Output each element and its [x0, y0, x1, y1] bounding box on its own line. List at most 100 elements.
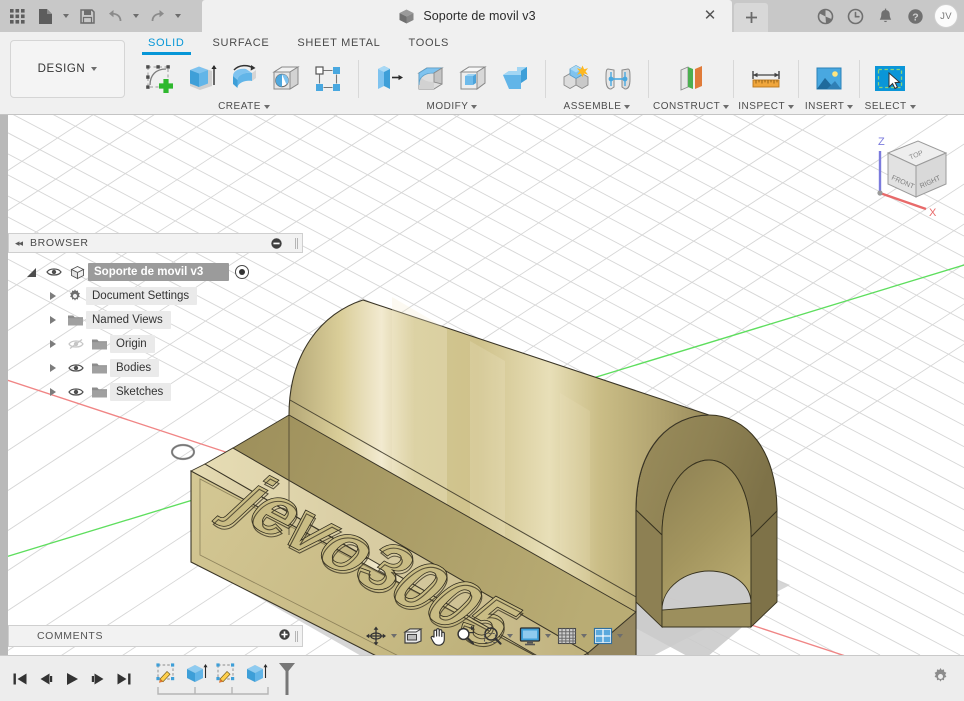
timeline-features — [152, 662, 302, 696]
component-icon — [66, 265, 88, 280]
close-document-button[interactable]: ✕ — [702, 8, 718, 24]
comments-resize-grip[interactable] — [295, 630, 296, 642]
offset-plane-icon[interactable] — [670, 58, 712, 100]
document-tab[interactable]: Soporte de movil v3 ✕ — [202, 0, 732, 32]
orbit-icon[interactable] — [362, 624, 390, 648]
notifications-bell-icon[interactable] — [871, 2, 899, 30]
job-status-clock-icon[interactable] — [841, 2, 869, 30]
add-comment-icon[interactable] — [279, 627, 290, 645]
tree-label-origin[interactable]: Origin — [110, 335, 155, 353]
panel-modify-label[interactable]: MODIFY — [427, 101, 478, 112]
new-tab-button[interactable] — [734, 3, 768, 32]
create-sketch-icon[interactable] — [139, 58, 181, 100]
panel-construct-label[interactable]: CONSTRUCT — [653, 101, 730, 112]
pattern-icon[interactable] — [307, 58, 349, 100]
panel-assemble-label[interactable]: ASSEMBLE — [564, 101, 631, 112]
new-file-icon[interactable] — [32, 3, 58, 29]
tree-label-root[interactable]: Soporte de movil v3 — [88, 263, 230, 281]
measure-icon[interactable] — [745, 58, 787, 100]
grid-snaps-chevron-down-icon[interactable] — [580, 634, 590, 638]
go-to-beginning-button[interactable] — [8, 666, 32, 692]
redo-icon[interactable] — [144, 3, 170, 29]
zoom-window-icon[interactable] — [479, 624, 506, 648]
tree-node-origin[interactable]: Origin — [8, 332, 303, 356]
expand-arrow-icon[interactable] — [42, 292, 64, 300]
app-grid-icon[interactable] — [4, 3, 30, 29]
tree-label-bodies[interactable]: Bodies — [110, 359, 160, 377]
browser-collapse-icon[interactable]: ◂◂ — [15, 238, 23, 249]
undo-icon[interactable] — [102, 3, 128, 29]
tab-sheet-metal[interactable]: SHEET METAL — [283, 34, 394, 54]
visibility-eye-icon[interactable] — [64, 386, 88, 398]
save-icon[interactable] — [74, 3, 100, 29]
zoom-window-chevron-down-icon[interactable] — [506, 634, 516, 638]
step-back-button[interactable] — [34, 666, 58, 692]
display-settings-icon[interactable] — [516, 624, 544, 648]
user-avatar[interactable]: JV — [934, 4, 958, 28]
viewports-chevron-down-icon[interactable] — [616, 634, 626, 638]
tab-surface[interactable]: SURFACE — [199, 34, 284, 54]
visibility-eye-icon[interactable] — [42, 266, 66, 278]
zoom-icon[interactable] — [452, 624, 479, 648]
insert-canvas-icon[interactable] — [808, 58, 850, 100]
left-edge-strip — [0, 115, 8, 655]
shell-icon[interactable] — [452, 58, 494, 100]
orbit-chevron-down-icon[interactable] — [390, 634, 400, 638]
redo-dropdown[interactable] — [172, 3, 184, 29]
viewport-canvas[interactable]: jevo3005 jevo3005 Z X TOP FRONT RIGHT ◂◂… — [0, 115, 964, 655]
play-button[interactable] — [60, 666, 84, 692]
display-settings-chevron-down-icon[interactable] — [544, 634, 554, 638]
new-file-dropdown[interactable] — [60, 3, 72, 29]
expand-arrow-icon[interactable] — [42, 388, 64, 396]
grid-snaps-icon[interactable] — [554, 624, 580, 648]
tree-label-sketches[interactable]: Sketches — [110, 383, 172, 401]
select-icon[interactable] — [869, 58, 911, 100]
hole-icon[interactable] — [265, 58, 307, 100]
pan-hand-icon[interactable] — [426, 624, 452, 648]
tab-tools[interactable]: TOOLS — [394, 34, 463, 54]
expand-arrow-icon[interactable] — [42, 316, 64, 324]
comments-panel[interactable]: COMMENTS — [8, 625, 303, 647]
help-icon[interactable]: ? — [901, 2, 929, 30]
activate-component-radio[interactable] — [235, 265, 250, 279]
timeline-playback-controls — [0, 666, 136, 692]
workspace-selector[interactable]: DESIGN — [10, 40, 125, 98]
tree-node-bodies[interactable]: Bodies — [8, 356, 303, 380]
joint-icon[interactable] — [597, 58, 639, 100]
expand-arrow-icon[interactable] — [42, 340, 64, 348]
browser-resize-grip[interactable] — [295, 237, 296, 249]
step-forward-button[interactable] — [86, 666, 110, 692]
tree-node-sketches[interactable]: Sketches — [8, 380, 303, 404]
fillet-icon[interactable] — [410, 58, 452, 100]
timeline-end-marker[interactable] — [272, 662, 302, 696]
viewcube-z-label: Z — [878, 136, 885, 148]
new-component-icon[interactable] — [555, 58, 597, 100]
browser-minus-icon[interactable] — [271, 237, 282, 249]
tree-node-document-settings[interactable]: Document Settings — [8, 284, 303, 308]
panel-insert-label[interactable]: INSERT — [805, 101, 854, 112]
timeline-settings-gear-icon[interactable] — [931, 667, 950, 691]
view-cube[interactable]: Z X TOP FRONT RIGHT — [858, 125, 954, 221]
panel-create-label[interactable]: CREATE — [218, 101, 270, 112]
undo-dropdown[interactable] — [130, 3, 142, 29]
expand-arrow-icon[interactable] — [42, 364, 64, 372]
tree-node-root[interactable]: Soporte de movil v3 — [8, 260, 303, 284]
go-to-end-button[interactable] — [112, 666, 136, 692]
tab-solid[interactable]: SOLID — [134, 34, 199, 55]
panel-modify: MODIFY — [363, 56, 541, 112]
viewports-icon[interactable] — [590, 624, 616, 648]
panel-inspect-label[interactable]: INSPECT — [738, 101, 795, 112]
tree-label-document-settings[interactable]: Document Settings — [86, 287, 198, 305]
visibility-eye-hidden-icon[interactable] — [64, 338, 88, 350]
panel-select-label[interactable]: SELECT — [865, 101, 916, 112]
data-panel-icon[interactable] — [811, 2, 839, 30]
expand-arrow-open-icon[interactable] — [20, 267, 42, 277]
look-at-icon[interactable] — [400, 624, 426, 648]
press-pull-icon[interactable] — [368, 58, 410, 100]
revolve-icon[interactable] — [223, 58, 265, 100]
extrude-icon[interactable] — [181, 58, 223, 100]
tree-label-named-views[interactable]: Named Views — [86, 311, 171, 329]
combine-icon[interactable] — [494, 58, 536, 100]
visibility-eye-icon[interactable] — [64, 362, 88, 374]
tree-node-named-views[interactable]: Named Views — [8, 308, 303, 332]
